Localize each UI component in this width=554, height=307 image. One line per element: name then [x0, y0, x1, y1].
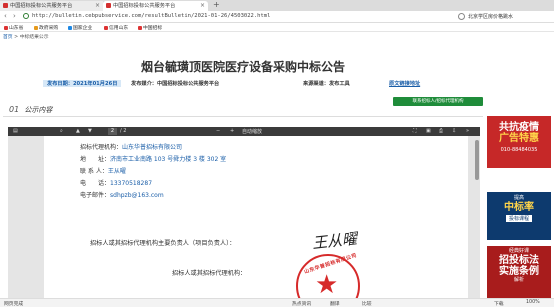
contact-agency-button[interactable]: 联系招标人/招标代理机构 — [393, 97, 483, 106]
ad-title: 招投标法 — [499, 255, 539, 266]
ad-banner-course[interactable]: 提高 中标率 投标课程 — [487, 192, 551, 240]
tools-menu-icon[interactable]: » — [466, 128, 469, 134]
bookmarks-bar: 山东省 政府采购 国家企业 信用山东 中国招标 — [0, 23, 554, 32]
page-number-input[interactable]: 2 — [108, 128, 117, 135]
email-line: 电子邮件：sdhpzb@163.com — [80, 192, 164, 199]
prev-page-icon[interactable]: ▲ — [76, 128, 80, 134]
source-channel: 来源渠道：发布工具 — [303, 81, 350, 87]
new-tab-button[interactable]: + — [213, 0, 220, 9]
bookmark-item[interactable]: 山东省 — [4, 24, 23, 31]
search-icon[interactable] — [458, 13, 465, 20]
print-icon[interactable]: ⎙ — [439, 128, 443, 134]
status-item[interactable]: 热点资讯 — [292, 300, 311, 307]
phone-line: 电 话：13370518287 — [80, 180, 153, 187]
bookmark-item[interactable]: 中国招标 — [138, 24, 162, 31]
open-file-icon[interactable]: ▣ — [426, 128, 431, 134]
find-icon[interactable]: ⌕ — [60, 128, 63, 134]
pdf-viewer[interactable]: 招标代理机构：山东华普招标有限公司 地 址：济南市工业南路 103 号舜力楼 3… — [8, 136, 480, 307]
seal-star-icon: ★ — [315, 270, 339, 300]
ad-phone: 010-88484035 — [500, 147, 538, 153]
url-input[interactable]: http://bulletin.cebpubservice.com/result… — [32, 13, 452, 21]
browser-tab[interactable]: 中国招标投标公共服务平台 × — [0, 1, 103, 11]
zoom-in-button[interactable]: + — [230, 128, 234, 134]
publish-date: 发布日期：2021年01月26日 — [43, 80, 122, 87]
original-link[interactable]: 原文链接地址 — [389, 80, 420, 87]
agency-line: 招标代理机构：山东华普招标有限公司 — [80, 144, 183, 151]
section-number: 01 — [9, 105, 20, 114]
next-page-icon[interactable]: ▼ — [88, 128, 92, 134]
bookmark-icon — [68, 25, 72, 30]
ad-kicker: 经典好课 — [508, 248, 529, 254]
ad-kicker: 提高 — [513, 195, 524, 201]
favicon-icon — [3, 3, 8, 8]
bookmark-icon — [4, 25, 8, 30]
zoom-out-button[interactable]: − — [216, 128, 220, 134]
bookmark-icon — [138, 25, 142, 30]
zoom-select[interactable]: 自动缩放 — [242, 128, 262, 135]
section-heading: 01 公示内容 — [9, 105, 52, 115]
status-item[interactable]: 翻译 — [330, 300, 340, 307]
bookmark-item[interactable]: 信用山东 — [104, 24, 128, 31]
security-shield-icon — [23, 13, 29, 19]
bookmark-item[interactable]: 国家企业 — [68, 24, 92, 31]
ad-banner-epidemic[interactable]: 共抗疫情 广告特惠 010-88484035 — [487, 116, 551, 168]
pdf-page: 招标代理机构：山东华普招标有限公司 地 址：济南市工业南路 103 号舜力楼 3… — [44, 136, 468, 307]
bookmark-icon — [34, 25, 38, 30]
ad-title-2: 实施条例 — [499, 266, 539, 277]
tab-label: 中国招标投标公共服务平台 — [113, 3, 176, 9]
divider — [3, 116, 483, 117]
responsible-person-label: 招标人或其招标代理机构主要负责人（项目负责人）： — [90, 240, 236, 247]
ad-tag: 解析 — [513, 277, 524, 283]
pdf-scrollbar[interactable] — [475, 140, 479, 180]
fullscreen-icon[interactable]: ⛶ — [413, 128, 417, 134]
close-tab-icon[interactable]: × — [200, 2, 205, 9]
page-total: / 2 — [120, 128, 127, 134]
publish-platform: 发布媒介：中国招标投标公共服务平台 — [131, 81, 220, 87]
status-item[interactable]: 比较 — [362, 300, 372, 307]
ad-title: 中标率 — [504, 202, 534, 213]
pdf-toolbar: ▤ ⌕ ▲ ▼ 2 / 2 − + 自动缩放 ⛶ ▣ ⎙ ⇩ » — [8, 127, 480, 136]
sidebar-toggle-icon[interactable]: ▤ — [13, 128, 18, 134]
zoom-level[interactable]: 100% — [526, 300, 540, 305]
tab-bar: 中国招标投标公共服务平台 × 中国招标投标公共服务平台 × + — [0, 0, 554, 11]
notice-panel: 烟台毓璜顶医院医疗设备采购中标公告 发布日期：2021年01月26日 发布媒介：… — [3, 39, 483, 307]
ad-button: 投标课程 — [505, 215, 532, 222]
status-text: 网页完成 — [4, 302, 24, 307]
ad-title: 共抗疫情 — [499, 122, 539, 133]
download-icon[interactable]: ⇩ — [452, 128, 456, 134]
handwritten-signature: 王从曜 — [311, 229, 358, 253]
back-button[interactable]: ‹ — [4, 12, 7, 20]
ad-banner-law[interactable]: 经典好课 招投标法 实施条例 解析 — [487, 246, 551, 306]
status-item[interactable]: 下载 — [494, 300, 504, 307]
search-input[interactable]: 北京学区房价格跳水 — [468, 13, 550, 21]
bookmark-item[interactable]: 政府采购 — [34, 24, 58, 31]
status-bar: 网页完成 热点资讯 翻译 比较 下载 100% — [0, 298, 554, 307]
section-title: 公示内容 — [24, 106, 53, 114]
address-bar: ‹ › http://bulletin.cebpubservice.com/re… — [0, 11, 554, 23]
address-line: 地 址：济南市工业南路 103 号舜力楼 3 楼 302 室 — [80, 156, 227, 163]
contact-line: 联 系 人：王从曜 — [80, 168, 126, 175]
bookmark-icon — [104, 25, 108, 30]
forward-button[interactable]: › — [13, 12, 16, 20]
tab-label: 中国招标投标公共服务平台 — [10, 3, 73, 9]
favicon-icon — [106, 3, 111, 8]
close-tab-icon[interactable]: × — [95, 2, 100, 9]
web-page: 首页 > 中标结果公示 烟台毓璜顶医院医疗设备采购中标公告 发布日期：2021年… — [0, 32, 554, 307]
agency-seal-label: 招标人或其招标代理机构： — [172, 270, 247, 277]
ad-subtitle: 广告特惠 — [499, 133, 539, 144]
browser-tab-active[interactable]: 中国招标投标公共服务平台 × — [103, 1, 208, 11]
page-title: 烟台毓璜顶医院医疗设备采购中标公告 — [140, 60, 345, 74]
